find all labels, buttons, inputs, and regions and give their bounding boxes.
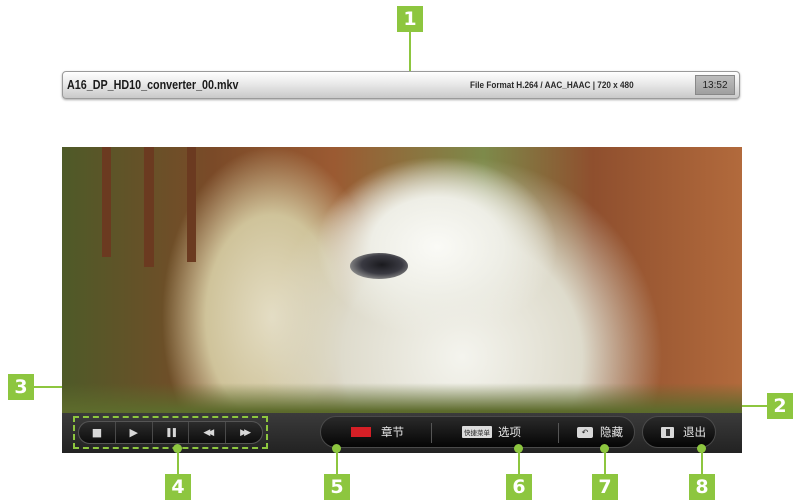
callout-4: 4: [165, 474, 191, 500]
divider: [431, 423, 432, 443]
rewind-icon: ◀◀: [203, 427, 214, 438]
fast-forward-icon: ▶▶: [240, 427, 251, 438]
callout-6-line: [518, 450, 520, 474]
video-frame[interactable]: [62, 147, 742, 453]
playback-controls: ■ ▶ ❚❚ ◀◀ ▶▶: [73, 416, 268, 449]
play-button[interactable]: ▶: [116, 422, 153, 443]
stop-icon: ■: [91, 426, 103, 439]
callout-8-line: [701, 450, 703, 474]
callout-4-line: [177, 450, 179, 474]
exit-key-icon: [661, 426, 674, 438]
chapter-label: 章节: [381, 425, 404, 439]
callout-2: 2: [767, 393, 793, 419]
callout-2-line: [742, 405, 767, 407]
callout-3: 3: [8, 374, 34, 400]
playback-buttons: ■ ▶ ❚❚ ◀◀ ▶▶: [78, 421, 263, 444]
exit-button[interactable]: 退出: [661, 417, 706, 447]
options-button[interactable]: 快捷菜单 选项: [462, 417, 521, 447]
exit-label: 退出: [683, 425, 706, 439]
callout-5: 5: [324, 474, 350, 500]
callout-5-line: [336, 450, 338, 474]
play-icon: ▶: [129, 426, 138, 439]
options-pill: 章节 快捷菜单 选项 ↶ 隐藏: [320, 416, 635, 448]
callout-7-line: [604, 450, 606, 474]
hide-button[interactable]: ↶ 隐藏: [577, 417, 623, 447]
stop-button[interactable]: ■: [79, 422, 116, 443]
callout-8: 8: [689, 474, 715, 500]
file-name: A16_DP_HD10_converter_00.mkv: [67, 78, 239, 92]
callout-1: 1: [397, 6, 423, 32]
back-key-icon: ↶: [577, 426, 593, 438]
fast-forward-button[interactable]: ▶▶: [226, 422, 262, 443]
callout-7: 7: [592, 474, 618, 500]
rewind-button[interactable]: ◀◀: [189, 422, 227, 443]
divider: [558, 423, 559, 443]
file-format-info: File Format H.264 / AAC_HAAC | 720 x 480: [470, 80, 634, 91]
current-time: 13:52: [695, 75, 735, 95]
pause-icon: ❚❚: [164, 427, 178, 438]
callout-3-line: [34, 386, 62, 388]
callout-6: 6: [506, 474, 532, 500]
fence-post: [102, 147, 111, 257]
options-label: 选项: [498, 425, 521, 439]
quick-menu-key-icon: 快捷菜单: [462, 426, 492, 438]
red-key-icon: [351, 427, 371, 437]
chapter-button[interactable]: 章节: [351, 417, 404, 447]
fence-post: [144, 147, 154, 267]
control-bar: ■ ▶ ❚❚ ◀◀ ▶▶ 章节 快捷菜单 选项 ↶ 隐藏 退出: [62, 413, 742, 453]
horse-eye: [350, 253, 408, 279]
fence-post: [187, 147, 196, 262]
file-info-bar: A16_DP_HD10_converter_00.mkv File Format…: [62, 71, 740, 99]
exit-pill: 退出: [642, 416, 716, 448]
hide-label: 隐藏: [600, 425, 623, 439]
pause-button[interactable]: ❚❚: [153, 422, 190, 443]
